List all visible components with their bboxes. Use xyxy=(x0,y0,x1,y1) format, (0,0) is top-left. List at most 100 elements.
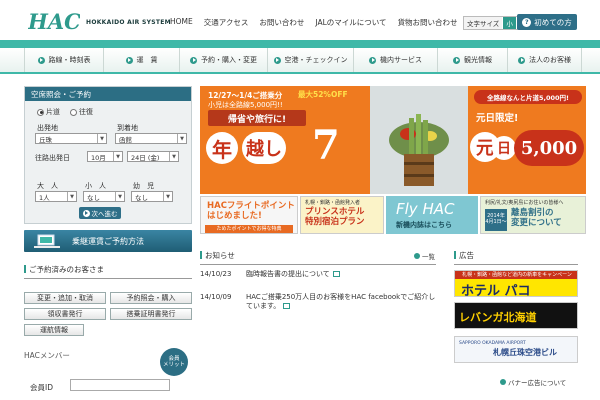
topnav-access[interactable]: 交通アクセス xyxy=(204,17,249,28)
banner-ad-link[interactable]: バナー広告について xyxy=(500,377,566,387)
origin-label: 出発地 xyxy=(37,124,58,132)
news-all-link[interactable]: 一覧 xyxy=(414,251,435,261)
adult-label: 大 人 xyxy=(37,182,58,190)
topnav-jal-mile[interactable]: JALのマイルについて xyxy=(315,17,386,28)
hero-left-panel: 12/27～1/4ご搭乗分 最大52%OFF 小児は全路線5,000円!! 帰省… xyxy=(200,86,370,194)
computer-icon xyxy=(34,234,60,248)
mainnav-inflight[interactable]: 機内サービス xyxy=(354,48,438,72)
external-link-icon xyxy=(283,303,291,310)
news-item[interactable]: 14/10/09 HACご搭乗250万人目のお客様をHAC facebookでご… xyxy=(200,293,436,312)
oneway-radio[interactable]: 片道 xyxy=(37,107,60,117)
oneway-label: 片道 xyxy=(46,108,60,116)
trip-type: 片道 往復 xyxy=(37,107,93,117)
child-select[interactable]: なし ▼ xyxy=(83,191,125,202)
arrow-icon xyxy=(453,56,460,64)
island-discount-promo[interactable]: 利尻/礼文/奥尻島にお住いの皆様へ 2014年 4月1日～ 離島割引の 変更につい… xyxy=(480,196,586,234)
news-item[interactable]: 14/10/23 臨時報告書の提出について xyxy=(200,270,436,279)
promo2-line2: 特別宿泊プラン xyxy=(305,217,365,228)
mainnav-corporate[interactable]: 法人のお客様 xyxy=(508,48,582,72)
day-select[interactable]: 24日 (金) ▼ xyxy=(127,151,179,162)
hero-right-top: 全路線なんと片道5,000円! xyxy=(474,90,582,104)
fly-hac-promo[interactable]: Fly HAC 新機内誌はこちら xyxy=(386,196,478,234)
destination-select[interactable]: 函館 ▼ xyxy=(115,133,187,144)
hero-center-image xyxy=(370,86,468,194)
hero-big-number: 7 xyxy=(312,122,340,169)
news-text-content: 臨時報告書の提出について xyxy=(246,270,330,278)
mainnav-label: 観光情報 xyxy=(464,56,492,64)
prince-hotel-promo[interactable]: 札幌・釧路・函館発入者 プリンスホテル 特別宿泊プラン xyxy=(300,196,384,234)
svg-text:HAC: HAC xyxy=(28,10,80,32)
hero-child-note: 小児は全路線5,000円!! xyxy=(208,101,283,109)
promo1-line1: HACフライトポイント xyxy=(207,201,295,211)
news-text: 臨時報告書の提出について xyxy=(246,270,436,279)
origin-select[interactable]: 丘珠 ▼ xyxy=(35,133,107,144)
chevron-down-icon: ▼ xyxy=(97,134,106,143)
arrow-icon xyxy=(369,56,376,64)
reservation-inquiry-button[interactable]: 予約照会・購入 xyxy=(110,292,192,304)
chevron-down-icon: ▼ xyxy=(163,192,172,201)
mainnav-routes[interactable]: 路線・時刻表 xyxy=(24,48,104,72)
infant-value: なし xyxy=(135,193,148,202)
hotel-paco-ad[interactable]: 札幌・釧路・函館など道内の新車をキャンペーン ホテル パコ xyxy=(454,270,578,297)
news-text-content: HACご搭乗250万人目のお客様をHAC facebookでご紹介しています。 xyxy=(246,293,436,311)
first-time-button[interactable]: ? 初めての方 xyxy=(517,14,577,30)
hero-big-price: 5,000 xyxy=(514,130,584,166)
mainnav-airport[interactable]: 空港・チェックイン xyxy=(268,48,354,72)
topnav-home[interactable]: HOME xyxy=(170,17,193,28)
member-benefits-badge[interactable]: 会員 メリット xyxy=(160,348,188,376)
news-section-title: お知らせ xyxy=(200,250,436,265)
top-nav: HOME 交通アクセス お問い合わせ JALのマイルについて 貨物お問い合わせ xyxy=(170,17,469,28)
first-time-label: 初めての方 xyxy=(534,17,572,27)
promo4-note: 利尻/礼文/奥尻島にお住いの皆様へ xyxy=(485,200,564,206)
mainnav-label: 運 賃 xyxy=(136,56,158,64)
flight-status-button[interactable]: 運航情報 xyxy=(24,324,84,336)
promo4-text: 離島割引の 変更について xyxy=(511,208,562,228)
mainnav-fares[interactable]: 運 賃 xyxy=(104,48,180,72)
origin-value: 丘珠 xyxy=(39,135,52,144)
mainnav-label: 路線・時刻表 xyxy=(48,56,91,64)
kadomatsu-image xyxy=(389,114,449,186)
topnav-cargo[interactable]: 貨物お問い合わせ xyxy=(398,17,458,28)
topnav-contact[interactable]: お問い合わせ xyxy=(259,17,304,28)
flight-point-promo[interactable]: HACフライトポイント はじめました! ためたポイントでお得な特典 xyxy=(200,196,298,234)
arrow-icon xyxy=(500,379,506,385)
member-section-title: HACメンバー xyxy=(24,351,70,360)
next-button[interactable]: 次へ進む xyxy=(79,207,121,219)
mainnav-label: 空港・チェックイン xyxy=(284,56,348,64)
day-value: 24日 (金) xyxy=(131,153,160,162)
font-size-label: 文字サイズ xyxy=(464,17,503,29)
chevron-down-icon: ▼ xyxy=(67,192,76,201)
mainnav-label: 法人のお客様 xyxy=(529,56,571,64)
promo4-date: 2014年 4月1日～ xyxy=(485,209,507,231)
font-small-button[interactable]: 小 xyxy=(502,17,516,29)
hero-right-mid: 元日限定! xyxy=(476,113,519,124)
okadama-airport-ad[interactable]: SAPPORO OKADAMA AIRPORT 札幌丘珠空港ビル xyxy=(454,336,578,363)
adult-value: 1人 xyxy=(39,193,50,202)
receipt-button[interactable]: 領収書発行 xyxy=(24,308,106,320)
infant-label: 幼 児 xyxy=(133,182,154,190)
member-id-input[interactable] xyxy=(70,379,170,391)
next-label: 次へ進む xyxy=(91,210,118,218)
promo1-line2: はじめました! xyxy=(207,211,262,222)
chevron-down-icon: ▼ xyxy=(113,152,122,161)
header: HAC HOKKAIDO AIR SYSTEM HOME 交通アクセス お問い合… xyxy=(0,0,600,40)
nichi-char: 日 xyxy=(492,136,516,160)
mainnav-tourism[interactable]: 観光情報 xyxy=(438,48,508,72)
mainnav-reservation[interactable]: 予約・購入・変更 xyxy=(180,48,268,72)
transfer-fare-banner[interactable]: 乗継運賃ご予約方法 xyxy=(24,230,192,252)
roundtrip-radio[interactable]: 往復 xyxy=(70,107,93,117)
adult-select[interactable]: 1人 ▼ xyxy=(35,191,77,202)
hac-logo[interactable]: HAC xyxy=(28,10,80,32)
new-year-campaign-banner[interactable]: 12/27～1/4ご搭乗分 最大52%OFF 小児は全路線5,000円!! 帰省… xyxy=(200,86,586,194)
boarding-certificate-button[interactable]: 搭乗証明書発行 xyxy=(110,308,192,320)
promo1-note: ためたポイントでお得な特典 xyxy=(205,225,293,233)
news-all-label: 一覧 xyxy=(422,253,435,261)
change-cancel-button[interactable]: 変更・追加・取消 xyxy=(24,292,106,304)
infant-select[interactable]: なし ▼ xyxy=(131,191,173,202)
departure-date-label: 往路出発日 xyxy=(35,154,70,162)
promo3-title: Fly HAC xyxy=(396,200,455,218)
arrow-icon xyxy=(273,56,281,64)
month-select[interactable]: 10月 ▼ xyxy=(87,151,123,162)
child-label: 小 人 xyxy=(85,182,106,190)
levanga-ad[interactable]: レバンガ北海道 xyxy=(454,302,578,329)
